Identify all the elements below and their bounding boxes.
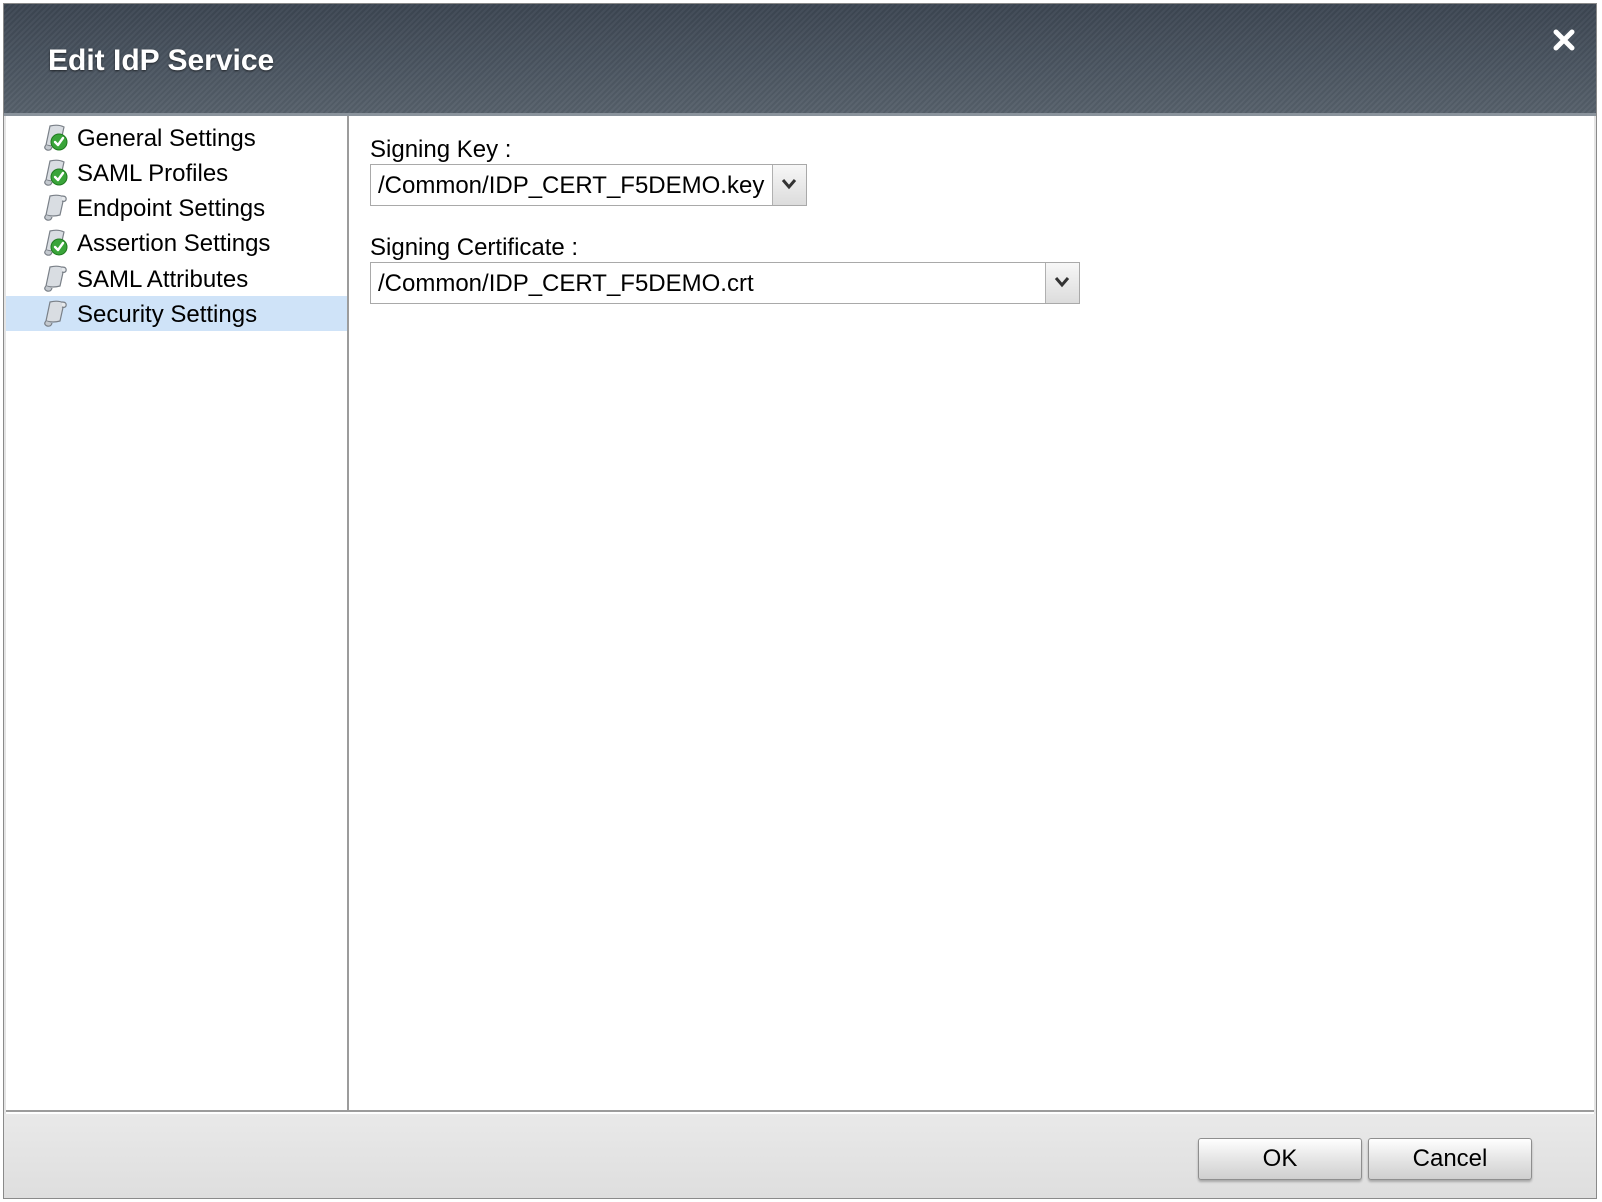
sidebar-item-label: Endpoint Settings [77,195,266,222]
sidebar-item-label: SAML Attributes [77,266,249,293]
cancel-button[interactable]: Cancel [1368,1138,1532,1180]
sidebar-item-saml-profiles[interactable]: SAML Profiles [6,155,347,190]
sidebar-item-saml-attributes[interactable]: SAML Attributes [6,261,347,296]
dialog-body: General Settings SAML Profiles Endpoint … [6,116,1594,1114]
scroll-check-icon [40,228,70,258]
scroll-icon [40,299,70,329]
scroll-check-icon [40,123,70,153]
sidebar-item-security-settings[interactable]: Security Settings [6,296,347,331]
sidebar-item-label: General Settings [77,125,256,152]
dialog-titlebar: Edit IdP Service [4,4,1596,116]
signing-key-value: /Common/IDP_CERT_F5DEMO.key [378,172,765,199]
scroll-icon [40,264,70,294]
sidebar-item-label: Assertion Settings [77,230,271,257]
sidebar-item-label: Security Settings [77,301,258,328]
scroll-check-icon [40,158,70,188]
signing-key-label: Signing Key : [370,136,512,163]
sidebar-item-general-settings[interactable]: General Settings [6,120,347,155]
signing-key-select[interactable]: /Common/IDP_CERT_F5DEMO.key [370,164,807,206]
chevron-down-icon[interactable] [772,165,806,205]
signing-certificate-select[interactable]: /Common/IDP_CERT_F5DEMO.crt [370,262,1080,304]
scroll-icon [40,193,70,223]
edit-idp-service-dialog: Edit IdP Service General Settings SAML P… [3,3,1597,1199]
sidebar-item-assertion-settings[interactable]: Assertion Settings [6,225,347,260]
security-settings-panel: Signing Key : /Common/IDP_CERT_F5DEMO.ke… [349,116,1594,1112]
dialog-title: Edit IdP Service [48,44,275,77]
close-icon[interactable] [1550,26,1578,54]
signing-certificate-value: /Common/IDP_CERT_F5DEMO.crt [378,270,754,297]
dialog-footer: OK Cancel [4,1114,1596,1198]
signing-certificate-label: Signing Certificate : [370,234,579,261]
sidebar-item-label: SAML Profiles [77,160,229,187]
ok-button[interactable]: OK [1198,1138,1362,1180]
sidebar: General Settings SAML Profiles Endpoint … [6,116,349,1112]
sidebar-item-endpoint-settings[interactable]: Endpoint Settings [6,190,347,225]
chevron-down-icon[interactable] [1045,263,1079,303]
